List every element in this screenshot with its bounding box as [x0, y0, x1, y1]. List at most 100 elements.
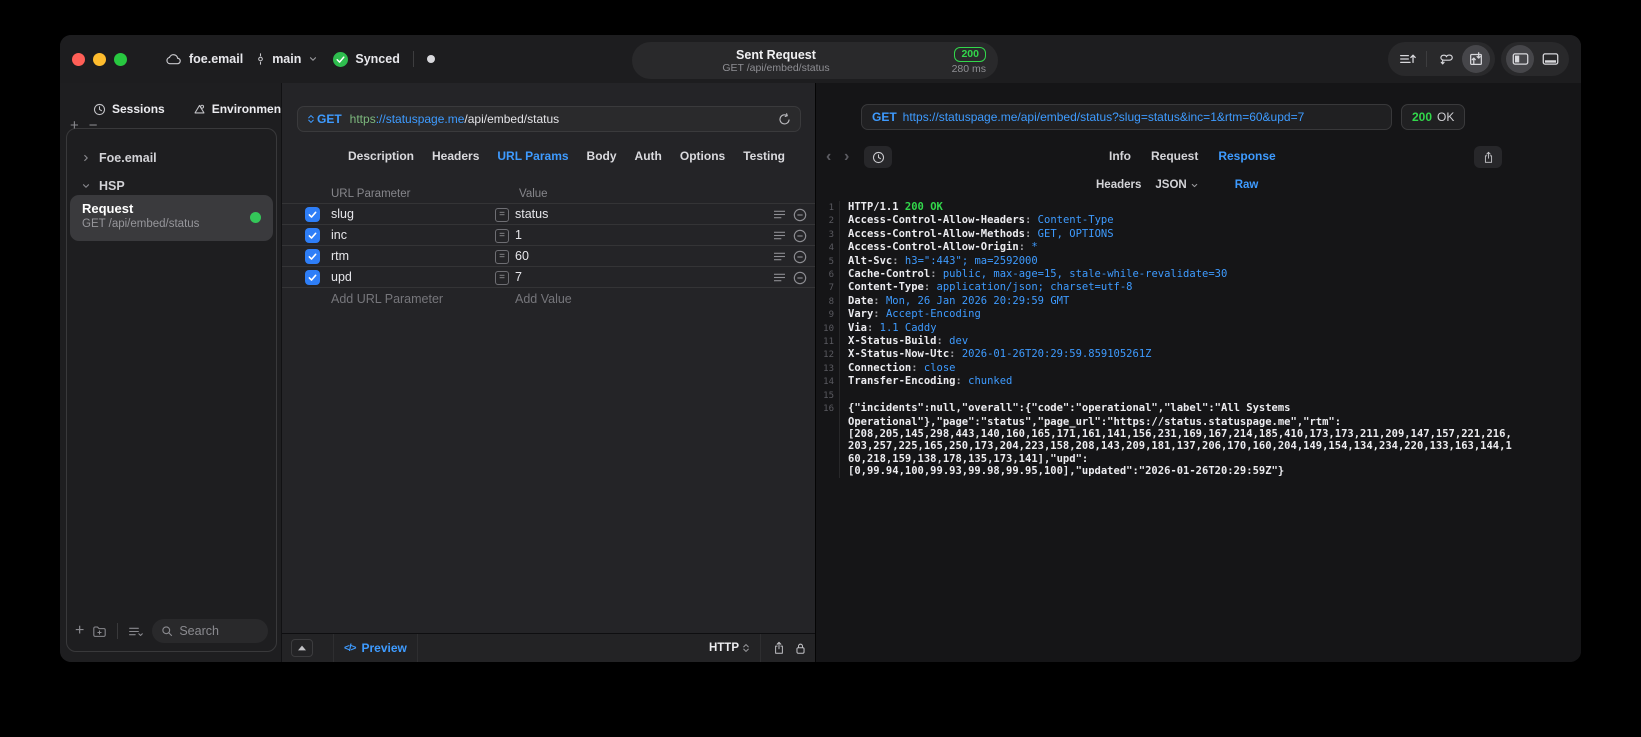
tab-options[interactable]: Options: [680, 149, 725, 163]
param-value[interactable]: status: [515, 207, 548, 221]
close-window-button[interactable]: [72, 53, 85, 66]
protocol-selector[interactable]: HTTP: [709, 642, 750, 654]
hamburger-icon[interactable]: [773, 230, 786, 241]
transfer-box-icon[interactable]: [1462, 45, 1490, 73]
back-button[interactable]: ‹: [826, 147, 831, 167]
param-checkbox[interactable]: [305, 270, 320, 285]
param-row-inc[interactable]: inc = 1: [282, 225, 815, 246]
list-style-icon[interactable]: [128, 625, 144, 638]
add-session-button[interactable]: +: [70, 117, 79, 134]
new-folder-icon[interactable]: [92, 625, 107, 638]
add-param-name-placeholder[interactable]: Add URL Parameter: [331, 292, 443, 306]
sync-status[interactable]: Synced: [355, 52, 399, 66]
code-line: 15: [822, 388, 1577, 403]
tab-auth[interactable]: Auth: [635, 149, 662, 163]
minus-circle-icon[interactable]: [793, 271, 807, 285]
response-method: GET: [872, 110, 897, 124]
export-share-icon[interactable]: [1474, 146, 1502, 168]
minus-circle-icon[interactable]: [793, 250, 807, 264]
param-name[interactable]: slug: [331, 207, 354, 221]
param-checkbox[interactable]: [305, 249, 320, 264]
param-name[interactable]: rtm: [331, 249, 349, 263]
view-tab-json[interactable]: JSON: [1155, 179, 1198, 191]
param-row-slug[interactable]: slug = status: [282, 204, 815, 225]
param-checkbox[interactable]: [305, 207, 320, 222]
hamburger-icon[interactable]: [773, 209, 786, 220]
request-list-item-selected[interactable]: Request GET /api/embed/status: [70, 195, 273, 241]
new-request-button[interactable]: +: [75, 623, 84, 639]
tab-testing[interactable]: Testing: [743, 149, 785, 163]
history-clock-icon[interactable]: [864, 146, 892, 168]
view-tab-headers[interactable]: Headers: [1096, 179, 1141, 191]
code-line: [0,99.94,100,99.93,99.98,99.95,100],"upd…: [822, 465, 1577, 478]
tree-item-foe-email[interactable]: Foe.email: [81, 149, 266, 167]
url-params-table: URL Parameter Value slug = status inc = 1 rtm =…: [282, 187, 815, 309]
response-body[interactable]: 1 HTTP/1.1 200 OK 2 Access-Control-Allow-He…: [822, 201, 1577, 658]
equals-icon: =: [495, 249, 509, 264]
add-param-row[interactable]: Add URL Parameter Add Value: [282, 288, 815, 309]
param-value[interactable]: 60: [515, 249, 529, 263]
url-bar[interactable]: GET https://statuspage.me/api/embed/stat…: [297, 106, 801, 132]
share-icon[interactable]: [773, 641, 785, 655]
tab-request[interactable]: Request: [1151, 149, 1198, 163]
hamburger-icon[interactable]: [773, 272, 786, 283]
request-name: Request: [82, 201, 134, 216]
method-selector[interactable]: GET: [307, 112, 342, 126]
param-row-rtm[interactable]: rtm = 60: [282, 246, 815, 267]
chevron-down-icon[interactable]: [81, 181, 91, 191]
code-line: 203,257,225,165,250,173,204,223,158,208,…: [822, 440, 1577, 453]
cycle-icon[interactable]: [1432, 45, 1460, 73]
tab-response[interactable]: Response: [1218, 149, 1275, 163]
chevron-down-icon[interactable]: [308, 54, 318, 64]
sent-request-pill[interactable]: Sent Request GET /api/embed/status 200 2…: [632, 42, 998, 79]
tab-description[interactable]: Description: [348, 149, 414, 163]
updown-chevrons-icon: [742, 643, 750, 653]
url-path: /api/embed/status: [464, 112, 560, 126]
zoom-window-button[interactable]: [114, 53, 127, 66]
tab-sessions[interactable]: Sessions: [93, 102, 165, 116]
param-value[interactable]: 1: [515, 228, 522, 242]
param-checkbox[interactable]: [305, 228, 320, 243]
tree-item-hsp[interactable]: HSP: [81, 177, 266, 195]
tab-headers[interactable]: Headers: [432, 149, 479, 163]
code-line: [208,205,145,298,443,140,160,165,171,161…: [822, 427, 1577, 441]
code-line: 5 Alt-Svc: h3=":443"; ma=2592000: [822, 254, 1577, 269]
chevron-right-icon[interactable]: [81, 153, 91, 163]
minus-circle-icon[interactable]: [793, 208, 807, 222]
remove-session-button[interactable]: −: [89, 117, 98, 134]
search-field[interactable]: [152, 619, 268, 643]
param-row-upd[interactable]: upd = 7: [282, 267, 815, 288]
branch-name[interactable]: main: [272, 52, 301, 66]
code-line: 60,218,159,138,178,135,173,141],"upd":: [822, 452, 1577, 466]
divider: [416, 633, 418, 662]
url-host: ://statuspage.me: [375, 112, 465, 126]
lock-icon[interactable]: [795, 642, 806, 655]
project-name[interactable]: foe.email: [189, 52, 243, 66]
sort-lines-icon[interactable]: [1393, 45, 1421, 73]
param-value[interactable]: 7: [515, 270, 522, 284]
param-name[interactable]: inc: [331, 228, 347, 242]
status-dot: [426, 55, 435, 63]
refresh-icon[interactable]: [778, 112, 791, 126]
tab-environments[interactable]: Environments: [193, 102, 292, 116]
hamburger-icon[interactable]: [773, 251, 786, 262]
forward-button[interactable]: ›: [844, 147, 849, 167]
minimize-window-button[interactable]: [93, 53, 106, 66]
tab-body[interactable]: Body: [587, 149, 617, 163]
search-input[interactable]: [179, 624, 259, 638]
param-name[interactable]: upd: [331, 270, 352, 284]
panel-bottom-icon[interactable]: [1536, 45, 1564, 73]
response-url: https://statuspage.me/api/embed/status?s…: [902, 110, 1305, 124]
view-tab-raw[interactable]: Raw: [1235, 179, 1259, 191]
add-param-value-placeholder[interactable]: Add Value: [515, 292, 572, 306]
tab-info[interactable]: Info: [1109, 149, 1131, 163]
minus-circle-icon[interactable]: [793, 229, 807, 243]
divider: [333, 633, 334, 662]
preview-button[interactable]: </> Preview: [344, 641, 407, 655]
view-tab-json-label: JSON: [1155, 179, 1187, 191]
collapse-panel-button[interactable]: [291, 639, 313, 657]
response-request-line[interactable]: GET https://statuspage.me/api/embed/stat…: [861, 104, 1392, 130]
tab-url-params[interactable]: URL Params: [497, 149, 568, 163]
panel-left-icon[interactable]: [1506, 45, 1534, 73]
response-view-tabs: Headers JSON Raw: [1096, 179, 1258, 191]
